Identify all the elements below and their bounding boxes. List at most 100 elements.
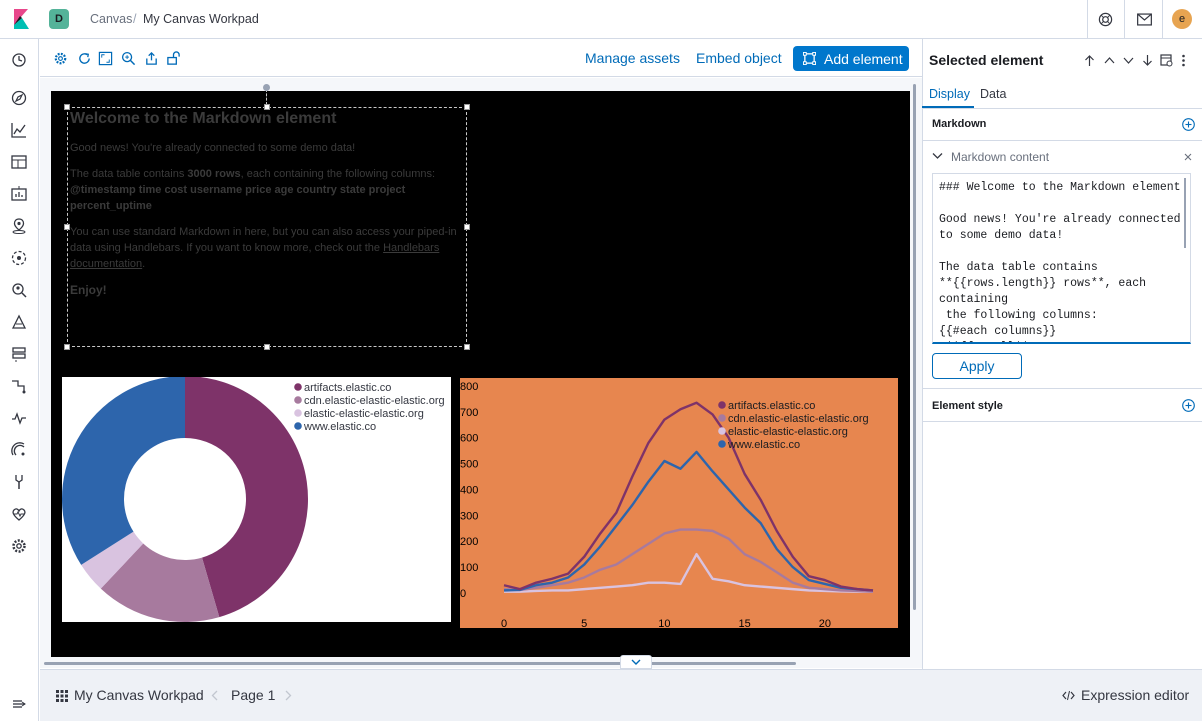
resize-handle[interactable] xyxy=(264,344,270,350)
legend-swatch xyxy=(294,409,302,417)
maps-icon[interactable] xyxy=(10,217,28,235)
apply-button[interactable]: Apply xyxy=(932,353,1022,379)
graph-icon[interactable] xyxy=(10,281,28,299)
markdown-paragraph: The data table contains 3000 rows, each … xyxy=(70,166,464,214)
line-chart-element[interactable]: 0 100 200 300 400 500 600 700 800 0 5 10 15 20 artifac… xyxy=(460,378,898,630)
collapse-nav-icon[interactable] xyxy=(10,695,28,713)
tab-data[interactable]: Data xyxy=(980,87,1006,101)
settings-gear-icon[interactable] xyxy=(53,51,68,66)
md-text: , each containing the following columns: xyxy=(240,168,436,180)
user-avatar[interactable]: e xyxy=(1172,9,1192,29)
y-tick-label: 800 xyxy=(460,381,478,393)
workpad-name[interactable]: My Canvas Workpad xyxy=(74,687,204,703)
fullscreen-icon[interactable] xyxy=(98,51,113,66)
chevron-down-icon[interactable] xyxy=(932,152,943,160)
add-style-icon[interactable] xyxy=(1182,399,1195,412)
add-element-icon xyxy=(803,52,816,65)
tab-display[interactable]: Display xyxy=(929,87,970,101)
next-page-icon[interactable] xyxy=(285,690,292,701)
canvas-icon[interactable] xyxy=(10,185,28,203)
donut-chart-element[interactable]: artifacts.elastic.co cdn.elastic-elastic-… xyxy=(62,376,451,622)
vertical-scrollbar[interactable] xyxy=(913,84,916,610)
embed-object-link[interactable]: Embed object xyxy=(696,50,782,66)
legend-label: cdn.elastic-elastic-elastic.org xyxy=(304,395,445,407)
recent-clock-icon[interactable] xyxy=(10,51,28,69)
y-tick-label: 100 xyxy=(460,562,478,574)
mail-icon[interactable] xyxy=(1137,13,1152,26)
toggle-expression-tray[interactable] xyxy=(620,655,652,669)
markdown-paragraph: Enjoy! xyxy=(70,283,107,297)
page-indicator[interactable]: Page 1 xyxy=(231,687,275,703)
save-element-icon[interactable] xyxy=(1160,54,1173,67)
resize-handle[interactable] xyxy=(64,224,70,230)
legend-swatch xyxy=(718,414,726,422)
markdown-source-text: ### Welcome to the Markdown element Good… xyxy=(939,181,1181,342)
move-to-top-icon[interactable] xyxy=(1083,54,1096,67)
management-gear-icon[interactable] xyxy=(10,537,28,555)
dev-tools-icon[interactable] xyxy=(10,473,28,491)
rotate-handle[interactable] xyxy=(263,84,270,91)
unlock-icon[interactable] xyxy=(166,51,181,66)
close-icon[interactable] xyxy=(1184,153,1192,161)
x-tick-label: 10 xyxy=(658,618,670,628)
uptime-icon[interactable] xyxy=(10,409,28,427)
space-avatar[interactable]: D xyxy=(49,9,69,29)
add-markdown-arg-icon[interactable] xyxy=(1182,118,1195,131)
markdown-paragraph: Good news! You're already connected to s… xyxy=(70,142,356,154)
previous-page-icon[interactable] xyxy=(211,690,218,701)
add-element-button[interactable]: Add element xyxy=(793,46,909,71)
expression-editor-button[interactable]: Expression editor xyxy=(1081,687,1189,703)
code-icon xyxy=(1062,690,1075,701)
top-header: D Canvas / My Canvas Workpad e xyxy=(0,0,1202,39)
markdown-element[interactable]: Welcome to the Markdown element Good new… xyxy=(67,107,467,347)
infrastructure-icon[interactable] xyxy=(10,345,28,363)
apps-grid-icon[interactable] xyxy=(56,690,68,702)
apm-icon[interactable] xyxy=(10,377,28,395)
refresh-icon[interactable] xyxy=(77,51,92,66)
share-icon[interactable] xyxy=(144,51,159,66)
ml-icon[interactable] xyxy=(10,249,28,267)
donut-slice xyxy=(62,376,186,565)
logs-icon[interactable] xyxy=(10,313,28,331)
resize-handle[interactable] xyxy=(64,344,70,350)
move-up-icon[interactable] xyxy=(1103,54,1116,67)
add-element-label: Add element xyxy=(824,50,903,67)
editor-scrollbar[interactable] xyxy=(1184,178,1186,248)
header-divider xyxy=(1162,0,1163,38)
siem-icon[interactable] xyxy=(10,441,28,459)
resize-handle[interactable] xyxy=(464,104,470,110)
manage-assets-link[interactable]: Manage assets xyxy=(585,50,680,66)
donut-chart: artifacts.elastic.cocdn.elastic-elastic-… xyxy=(62,376,445,622)
discover-compass-icon[interactable] xyxy=(10,89,28,107)
legend-swatch xyxy=(718,440,726,448)
legend-swatch xyxy=(718,427,726,435)
legend-label: artifacts.elastic.co xyxy=(304,382,391,394)
resize-handle[interactable] xyxy=(464,344,470,350)
y-tick-label: 500 xyxy=(460,459,478,471)
breadcrumb-workpad: My Canvas Workpad xyxy=(143,12,259,26)
legend-label: elastic-elastic-elastic.org xyxy=(728,426,848,438)
more-options-icon[interactable] xyxy=(1181,54,1186,67)
help-lifebuoy-icon[interactable] xyxy=(1098,12,1113,27)
y-tick-label: 600 xyxy=(460,433,478,445)
y-tick-label: 0 xyxy=(460,588,466,600)
visualize-chart-icon[interactable] xyxy=(10,121,28,139)
resize-handle[interactable] xyxy=(264,104,270,110)
markdown-section-title: Markdown xyxy=(932,118,987,130)
md-bold: 3000 rows xyxy=(187,168,241,180)
dashboard-icon[interactable] xyxy=(10,153,28,171)
horizontal-scrollbar[interactable] xyxy=(44,662,796,665)
resize-handle[interactable] xyxy=(64,104,70,110)
stack-monitoring-icon[interactable] xyxy=(10,505,28,523)
md-text: The data table contains xyxy=(70,168,188,180)
breadcrumb-canvas[interactable]: Canvas xyxy=(90,12,132,26)
resize-handle[interactable] xyxy=(464,224,470,230)
markdown-paragraph: You can use standard Markdown in here, b… xyxy=(70,224,464,272)
move-to-bottom-icon[interactable] xyxy=(1141,54,1154,67)
md-text: . xyxy=(142,258,146,270)
kibana-logo-icon[interactable] xyxy=(11,9,31,29)
zoom-icon[interactable] xyxy=(121,51,136,66)
move-down-icon[interactable] xyxy=(1122,54,1135,67)
markdown-content-textarea[interactable]: ### Welcome to the Markdown element Good… xyxy=(932,173,1191,344)
header-divider xyxy=(1124,0,1125,38)
